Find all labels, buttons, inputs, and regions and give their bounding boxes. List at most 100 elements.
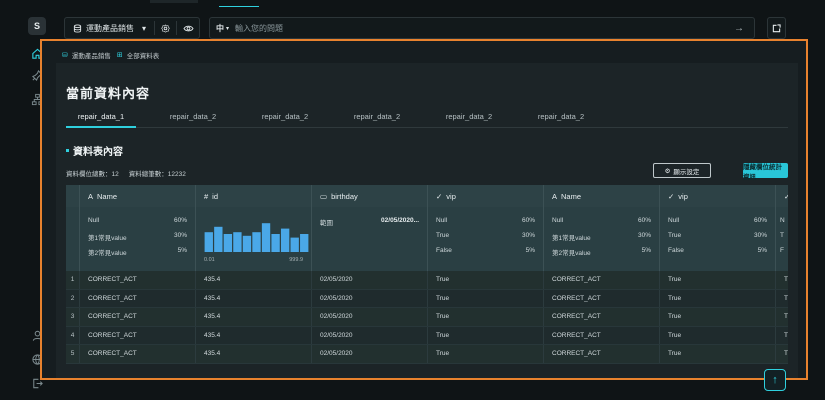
display-settings-button[interactable]: ⚙ 顯示設定 [653, 163, 711, 178]
language-selector[interactable]: 中 [216, 23, 224, 34]
stats-overflow: N T F [776, 207, 788, 271]
table-cell-vip2: True [660, 326, 776, 344]
scroll-to-top-button[interactable]: ↑ [764, 369, 786, 391]
stats-index-cell [66, 207, 80, 271]
hist-max: 999.9 [289, 257, 303, 263]
new-chat-button[interactable] [767, 17, 786, 39]
page-title: 當前資料內容 [66, 86, 151, 101]
row-index: 1 [66, 271, 80, 289]
histogram-bar [252, 232, 261, 252]
table-cell-id: 435.4 [196, 308, 312, 326]
table-cell-vip: True [428, 345, 544, 363]
text-type-icon: A [88, 191, 94, 201]
table-row[interactable]: 4 CORRECT_ACT 435.4 02/05/2020 True CORRECT_A… [66, 326, 788, 345]
number-type-icon: # [204, 191, 209, 201]
table-icon: ⊞ [116, 52, 123, 59]
field-count: 資料欄位總數：12 [66, 171, 119, 178]
column-header-name[interactable]: A Name [80, 185, 196, 207]
histogram-bar [233, 232, 242, 252]
hist-min: 0.01 [204, 257, 215, 263]
question-bar: 中 ▾ 輸入您的問題 → [209, 17, 755, 39]
breadcrumb: ⛁ 運動產品銷售 ⊞ 全部資料表 [62, 50, 159, 60]
top-accent-line [219, 6, 259, 7]
table-cell-name: CORRECT_ACT [80, 308, 196, 326]
table-row[interactable]: 1 CORRECT_ACT 435.4 02/05/2020 True CORRECT_A… [66, 271, 788, 290]
column-header-name-2[interactable]: A Name [544, 185, 660, 207]
table-row[interactable]: 3 CORRECT_ACT 435.4 02/05/2020 True CORRECT_A… [66, 308, 788, 327]
table-cell-name: CORRECT_ACT [80, 271, 196, 289]
column-header-id[interactable]: # id [196, 185, 312, 207]
column-header-birthday[interactable]: ▭ birthday [312, 185, 428, 207]
table-cell-last: T [776, 345, 788, 363]
data-content-panel: ⛁ 運動產品銷售 ⊞ 全部資料表 當前資料內容 repair_data_1 re… [40, 39, 808, 380]
histogram-bar [290, 237, 299, 252]
stats-birthday: 範圍 02/05/2020... [312, 207, 428, 271]
table-cell-last: T [776, 271, 788, 289]
send-arrow-icon[interactable]: → [734, 23, 744, 34]
histogram-bar [280, 228, 290, 252]
row-index: 3 [66, 308, 80, 326]
divider [154, 21, 156, 35]
table-row[interactable]: 5 CORRECT_ACT 435.4 02/05/2020 True CORRECT_A… [66, 345, 788, 364]
tab-repair-data-1[interactable]: repair_data_1 [66, 112, 136, 121]
workspace-avatar[interactable]: S [28, 17, 46, 35]
table-header: AName #id ▭birthday ✓vip AName ✓vip ✓ [66, 185, 788, 207]
text-type-icon: A [552, 191, 558, 201]
active-tab-indicator [66, 126, 136, 128]
table-cell-birthday: 02/05/2020 [312, 271, 428, 289]
hide-stats-button[interactable]: 隱藏欄位統計資訊 [743, 163, 788, 181]
id-histogram [204, 223, 309, 252]
top-strip [150, 0, 198, 3]
histogram-bar [223, 234, 233, 252]
table-cell-birthday: 02/05/2020 [312, 345, 428, 363]
database-icon [73, 23, 82, 33]
database-icon: ⛁ [62, 52, 68, 59]
dataset-selector[interactable]: 運動產品銷售 ▾ [64, 17, 200, 39]
tab-repair-data-2[interactable]: repair_data_2 [158, 112, 228, 121]
row-index: 2 [66, 289, 80, 307]
tab-repair-data-2[interactable]: repair_data_2 [250, 112, 320, 121]
histogram-bar [261, 223, 271, 252]
table-cell-birthday: 02/05/2020 [312, 326, 428, 344]
index-header [66, 185, 80, 207]
display-settings-label: 顯示設定 [673, 168, 700, 176]
table-body: 1 CORRECT_ACT 435.4 02/05/2020 True CORRECT_A… [66, 271, 788, 364]
section-marker [66, 149, 69, 152]
tab-repair-data-2[interactable]: repair_data_2 [342, 112, 412, 121]
column-header-vip[interactable]: ✓ vip [428, 185, 544, 207]
table-row[interactable]: 2 CORRECT_ACT 435.4 02/05/2020 True CORRECT_A… [66, 289, 788, 308]
content-area: 當前資料內容 repair_data_1 repair_data_2 repai… [56, 63, 798, 378]
table-cell-id: 435.4 [196, 345, 312, 363]
breadcrumb-table[interactable]: 全部資料表 [127, 50, 160, 60]
calendar-icon: ▭ [320, 191, 328, 201]
data-table: AName #id ▭birthday ✓vip AName ✓vip ✓ Nu… [66, 185, 788, 365]
table-cell-last: T [776, 308, 788, 326]
row-index: 5 [66, 345, 80, 363]
table-cell-name2: CORRECT_ACT [544, 289, 660, 307]
table-cell-id: 435.4 [196, 326, 312, 344]
table-meta: 資料欄位總數：12 資料總筆數：12232 [66, 168, 186, 178]
stats-id-histogram: 0.01 999.9 [196, 207, 312, 271]
histogram-bar [204, 232, 213, 252]
tab-repair-data-2[interactable]: repair_data_2 [434, 112, 504, 121]
column-stats-row: Null 60% 第1常見value 30% 第2常見value 5% 0.01 999… [66, 207, 788, 271]
column-header-vip-2[interactable]: ✓ vip [660, 185, 776, 207]
table-cell-name: CORRECT_ACT [80, 326, 196, 344]
section-title: 資料表內容 [73, 147, 123, 158]
stats-vip-2: Null 60% True 30% False 5% [660, 207, 776, 271]
table-cell-name2: CORRECT_ACT [544, 345, 660, 363]
histogram-bar [242, 235, 252, 252]
table-cell-birthday: 02/05/2020 [312, 308, 428, 326]
question-input[interactable]: 輸入您的問題 [235, 23, 734, 34]
checkmark-icon: ✓ [436, 191, 443, 201]
table-cell-vip: True [428, 308, 544, 326]
checkmark-icon: ✓ [784, 192, 788, 201]
tab-repair-data-2[interactable]: repair_data_2 [526, 112, 596, 121]
eye-icon[interactable] [183, 24, 194, 33]
histogram-bar [300, 234, 309, 252]
breadcrumb-dataset[interactable]: 運動產品銷售 [72, 50, 111, 60]
column-header-overflow[interactable]: ✓ [776, 185, 788, 207]
settings-icon[interactable] [161, 23, 170, 33]
table-cell-last: T [776, 327, 788, 345]
arrow-up-icon: ↑ [772, 374, 778, 386]
